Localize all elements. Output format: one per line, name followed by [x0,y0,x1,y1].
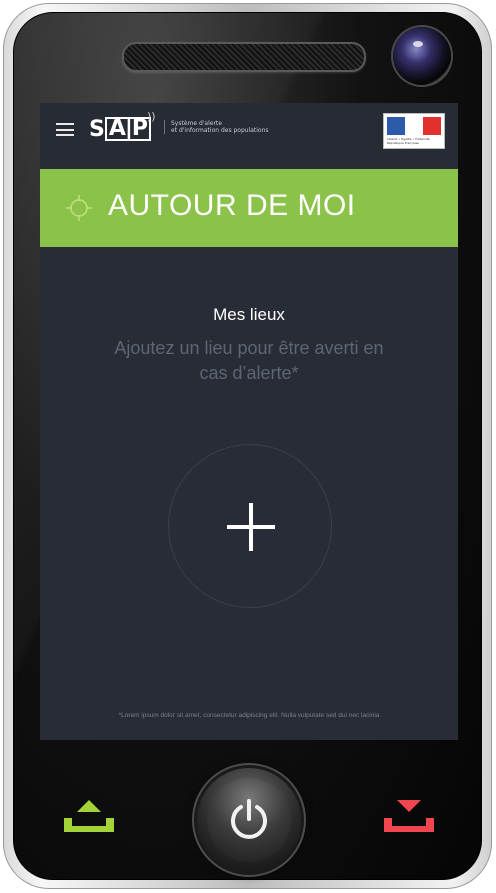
add-place-button[interactable] [168,444,332,608]
flag-caption: Liberté • Égalité • Fraternité Républiqu… [387,137,430,145]
republique-francaise-logo: Liberté • Égalité • Fraternité Républiqu… [383,113,445,149]
page-title: AUTOUR DE MOI [108,189,356,222]
saip-logo: S A|P )) [89,110,156,142]
plus-icon [227,503,275,551]
power-button[interactable] [197,768,301,872]
call-answer-icon[interactable] [60,796,118,836]
app-screen: S A|P )) Système d'alerte et d'informatio… [40,103,458,740]
top-bar: S A|P )) Système d'alerte et d'informatio… [40,103,458,155]
front-camera-icon [393,27,451,85]
tagline: Système d'alerte et d'information des po… [164,120,341,134]
section-banner: AUTOUR DE MOI [40,169,458,247]
call-end-icon[interactable] [380,796,438,836]
places-title: Mes lieux [213,305,285,324]
crosshair-icon [66,195,92,221]
signal-icon: )) [147,110,156,123]
power-icon [231,799,267,839]
places-hint: Ajoutez un lieu pour être averti en cas … [114,338,384,383]
tagline-line-2: et d'information des populations [171,127,269,134]
tagline-line-1: Système d'alerte [171,120,222,127]
footnote: *Lorem ipsum dolor sit amet, consectetur… [118,712,380,719]
hamburger-menu-icon[interactable] [56,123,74,136]
logo-text: S [89,116,105,142]
earpiece-speaker [122,42,366,72]
